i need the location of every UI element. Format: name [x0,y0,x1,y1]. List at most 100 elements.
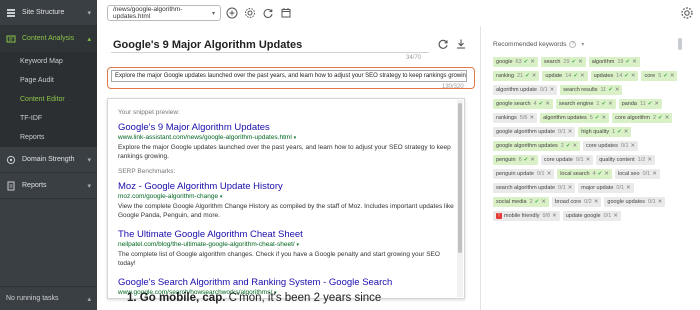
serp-url: neilpatel.com/blog/the-ultimate-google-a… [118,241,300,248]
close-icon[interactable]: ✕ [530,157,535,163]
serp-title[interactable]: The Ultimate Google Algorithm Cheat Shee… [118,229,458,240]
close-icon[interactable]: ✕ [532,73,537,79]
keyword-chip[interactable]: core updates 0/1 ✕ [583,141,639,151]
keyword-chip[interactable]: rankings 5/6 ✕ [493,113,538,123]
keywords-scrollbar[interactable] [678,38,682,50]
close-icon[interactable]: ✕ [594,199,599,205]
close-icon[interactable]: ✕ [632,59,637,65]
close-icon[interactable]: ✕ [631,143,636,149]
keyword-chip[interactable]: search 29 ✔ ✕ [540,57,586,67]
settings-gear-icon[interactable] [243,6,257,20]
sidebar-section-domain-strength[interactable]: Domain Strength ▾ [0,147,97,173]
reload-icon[interactable] [437,38,449,50]
close-icon[interactable]: ✕ [550,87,555,93]
close-icon[interactable]: ✕ [647,157,652,163]
close-icon[interactable]: ✕ [552,213,557,219]
keyword-chip[interactable]: algorithm update 0/1 ✕ [493,85,558,95]
toolbar: /news/google-algorithm-updates.html ▾ [97,0,700,26]
add-page-icon[interactable] [225,6,239,20]
close-icon[interactable]: ✕ [658,199,663,205]
sidebar-section-site-structure[interactable]: Site Structure ▾ [0,0,97,26]
close-icon[interactable]: ✕ [631,73,636,79]
keyword-chip[interactable]: core algorithm 2 ✔ ✕ [612,113,673,123]
calendar-icon[interactable] [279,6,293,20]
close-icon[interactable]: ✕ [580,73,585,79]
sidebar-item-tf-idf[interactable]: TF-IDF [0,109,97,128]
close-icon[interactable]: ✕ [529,115,534,121]
title-input[interactable]: Google's 9 Major Algorithm Updates [111,37,429,53]
close-icon[interactable]: ✕ [572,143,577,149]
chevron-up-icon: ▴ [87,295,91,303]
keyword-chip[interactable]: search algorithm update 0/1 ✕ [493,183,576,193]
keyword-chip[interactable]: core update 0/1 ✕ [540,155,594,165]
serp-title[interactable]: Moz - Google Algorithm Update History [118,181,458,192]
url-select[interactable]: /news/google-algorithm-updates.html ▾ [107,5,221,21]
sidebar-section-content-analysis[interactable]: Content Analysis ▴ [0,26,97,52]
close-icon[interactable]: ✕ [615,87,620,93]
keyword-chip[interactable]: ! mobile friendly 9/8 ✕ [493,211,560,221]
keyword-count: 5 [658,73,662,79]
close-icon[interactable]: ✕ [568,129,573,135]
keyword-chip[interactable]: algorithm 19 ✔ ✕ [588,57,640,67]
download-icon[interactable] [455,38,467,50]
help-icon[interactable]: ? [569,40,577,48]
close-icon[interactable]: ✕ [545,101,550,107]
keyword-chip[interactable]: search engine 1 ✔ ✕ [555,99,616,109]
close-icon[interactable]: ✕ [624,129,629,135]
close-icon[interactable]: ✕ [604,171,609,177]
keyword-chip[interactable]: penguin 6 ✔ ✕ [493,155,538,165]
keyword-chip[interactable]: updates 14 ✔ ✕ [590,71,639,81]
chevron-down-icon: ▾ [87,183,91,190]
keyword-chip[interactable]: ranking 21 ✔ ✕ [493,71,540,81]
close-icon[interactable]: ✕ [530,59,535,65]
keyword-chip[interactable]: google search 4 ✔ ✕ [493,99,553,109]
close-icon[interactable]: ✕ [541,199,546,205]
sidebar-item-content-editor[interactable]: Content Editor [0,90,97,109]
keywords-header[interactable]: Recommended keywords ? ▾ [493,38,700,50]
sidebar-section-reports[interactable]: Reports ▾ [0,173,97,199]
keyword-count: 11 [600,87,607,93]
keyword-label: mobile friendly [504,213,540,219]
close-icon[interactable]: ✕ [608,101,613,107]
close-icon[interactable]: ✕ [626,185,631,191]
preview-scroll-thumb[interactable] [458,103,462,253]
close-icon[interactable]: ✕ [652,171,657,177]
keyword-chip[interactable]: search results 11 ✔ ✕ [560,85,623,95]
keyword-chip[interactable]: update google 0/1 ✕ [562,211,621,221]
keyword-chip[interactable]: quality content 1/2 ✕ [596,155,655,165]
close-icon[interactable]: ✕ [578,59,583,65]
keyword-chip[interactable]: high quality 1 ✔ ✕ [578,127,632,137]
keyword-chip[interactable]: algorithm updates 5 ✔ ✕ [540,113,610,123]
keyword-chip[interactable]: google 63 ✔ ✕ [493,57,538,67]
keyword-chip[interactable]: local search 4 ✔ ✕ [557,169,612,179]
keyword-chip[interactable]: update 14 ✔ ✕ [542,71,588,81]
close-icon[interactable]: ✕ [586,157,591,163]
close-icon[interactable]: ✕ [665,115,670,121]
keyword-chip[interactable]: social media 2 ✔ ✕ [493,197,549,207]
sidebar-item-keyword-map[interactable]: Keyword Map [0,52,97,71]
keyword-chip[interactable]: panda 11 ✔ ✕ [618,99,662,109]
sidebar-item-page-audit[interactable]: Page Audit [0,71,97,90]
keyword-chip[interactable]: local seo 0/1 ✕ [614,169,660,179]
keyword-chip[interactable]: broad core 0/2 ✕ [551,197,602,207]
snippet-title: Google's 9 Major Algorithm Updates [118,122,270,133]
meta-description-input[interactable]: Explore the major Google updates launche… [111,70,467,82]
close-icon[interactable]: ✕ [568,185,573,191]
task-status[interactable]: No running tasks ▴ [0,286,97,310]
keyword-chip[interactable]: penguin update 0/1 ✕ [493,169,555,179]
keyword-chip[interactable]: google algorithm updates 2 ✔ ✕ [493,141,581,151]
keyword-chip[interactable]: core 5 ✔ ✕ [641,71,678,81]
body-text-line[interactable]: 1. Go mobile, cap. C'mon, it's been 2 ye… [127,292,381,304]
refresh-icon[interactable] [261,6,275,20]
sidebar-item-reports[interactable]: Reports [0,128,97,147]
keyword-chip[interactable]: google updates 0/1 ✕ [604,197,666,207]
gear-icon[interactable] [680,6,694,20]
keyword-chip[interactable]: major update 0/1 ✕ [578,183,634,193]
close-icon[interactable]: ✕ [601,115,606,121]
serp-title[interactable]: Google's Search Algorithm and Ranking Sy… [118,277,458,288]
close-icon[interactable]: ✕ [547,171,552,177]
close-icon[interactable]: ✕ [613,213,618,219]
keyword-chip[interactable]: google algorithm update 0/1 ✕ [493,127,576,137]
close-icon[interactable]: ✕ [654,101,659,107]
close-icon[interactable]: ✕ [670,73,675,79]
